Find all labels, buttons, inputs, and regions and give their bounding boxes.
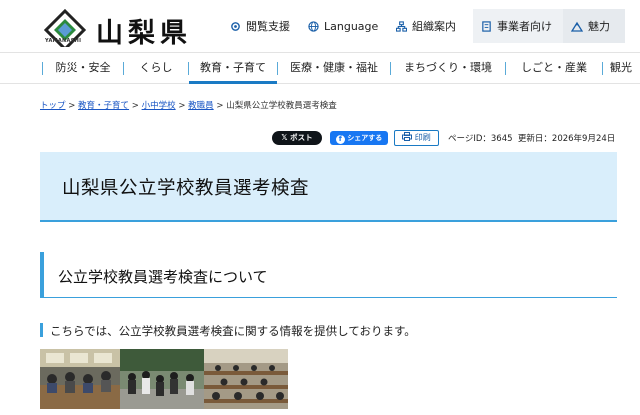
language-label: Language bbox=[324, 19, 379, 33]
x-post-label: ポスト bbox=[290, 133, 313, 142]
language-button[interactable]: Language bbox=[300, 9, 388, 43]
updated-date: 更新日：2026年9月24日 bbox=[517, 134, 616, 144]
site-header: YAMANASHI 山梨県 閲覧支援 Language 組織案内 事業者向け 魅… bbox=[0, 0, 640, 52]
heading-accent-bar bbox=[40, 252, 44, 298]
global-nav: 防災・安全 くらし 教育・子育て 医療・健康・福祉 まちづくり・環境 しごと・産… bbox=[0, 52, 640, 84]
nav-work-industry[interactable]: しごと・産業 bbox=[506, 53, 602, 83]
attractions-button[interactable]: 魅力 bbox=[563, 9, 625, 43]
business-label: 事業者向け bbox=[497, 20, 552, 33]
print-label: 印刷 bbox=[414, 133, 431, 142]
logo-text: YAMANASHI bbox=[45, 38, 82, 44]
printer-icon bbox=[402, 132, 413, 141]
intro-accent-bar bbox=[40, 323, 43, 337]
nav-divider bbox=[602, 62, 603, 75]
nav-education-childcare[interactable]: 教育・子育て bbox=[189, 53, 277, 83]
page-id: ページID：3645 bbox=[448, 134, 513, 144]
intro-text: こちらでは、公立学校教員選考検査に関する情報を提供しております。 bbox=[50, 324, 416, 338]
attractions-label: 魅力 bbox=[588, 20, 610, 33]
site-title[interactable]: 山梨県 bbox=[96, 11, 192, 50]
nav-town-environment[interactable]: まちづくり・環境 bbox=[391, 53, 505, 83]
x-post-button[interactable]: 𝕏 ポスト bbox=[272, 131, 322, 145]
nav-active-indicator bbox=[189, 81, 277, 84]
breadcrumb-link-education[interactable]: 教育・子育て bbox=[78, 101, 129, 111]
breadcrumb-link-top[interactable]: トップ bbox=[40, 101, 66, 111]
x-logo-icon: 𝕏 bbox=[281, 133, 291, 142]
breadcrumb: トップ > 教育・子育て > 小中学校 > 教職員 > 山梨県公立学校教員選考検… bbox=[40, 99, 337, 111]
breadcrumb-link-schools[interactable]: 小中学校 bbox=[142, 101, 176, 111]
breadcrumb-separator: > bbox=[131, 101, 139, 111]
breadcrumb-link-staff[interactable]: 教職員 bbox=[188, 101, 214, 111]
organization-label: 組織案内 bbox=[412, 20, 456, 33]
nav-disaster-safety[interactable]: 防災・安全 bbox=[43, 53, 123, 83]
page-title: 山梨県公立学校教員選考検査 bbox=[62, 178, 310, 199]
facebook-share-label: シェアする bbox=[347, 134, 383, 142]
breadcrumb-separator: > bbox=[68, 101, 76, 111]
nav-medical-health-welfare[interactable]: 医療・健康・福祉 bbox=[278, 53, 390, 83]
gear-icon bbox=[231, 21, 240, 31]
page-title-banner: 山梨県公立学校教員選考検査 bbox=[40, 152, 617, 222]
nav-living[interactable]: くらし bbox=[124, 53, 188, 83]
exam-photo-strip bbox=[40, 349, 288, 409]
breadcrumb-separator: > bbox=[178, 101, 186, 111]
accessibility-label: 閲覧支援 bbox=[246, 20, 290, 33]
section-heading: 公立学校教員選考検査について bbox=[58, 268, 268, 286]
facebook-share-button[interactable]: f シェアする bbox=[330, 131, 388, 145]
mountain-icon bbox=[571, 21, 583, 32]
breadcrumb-current: 山梨県公立学校教員選考検査 bbox=[226, 101, 337, 111]
building-icon bbox=[482, 20, 491, 32]
page-meta: ページID：3645 更新日：2026年9月24日 bbox=[448, 132, 615, 144]
facebook-icon: f bbox=[335, 135, 345, 144]
organization-button[interactable]: 組織案内 bbox=[388, 9, 473, 43]
business-button[interactable]: 事業者向け bbox=[473, 9, 563, 43]
print-button[interactable]: 印刷 bbox=[394, 130, 439, 146]
breadcrumb-separator: > bbox=[216, 101, 224, 111]
nav-tourism[interactable]: 観光 bbox=[610, 53, 640, 83]
share-toolbar: 𝕏 ポスト f シェアする 印刷 ページID：3645 更新日：2026年9月2… bbox=[0, 130, 640, 146]
globe-icon bbox=[308, 20, 319, 32]
utility-nav: 閲覧支援 Language 組織案内 事業者向け 魅力 bbox=[222, 0, 625, 52]
section-heading-box: 公立学校教員選考検査について bbox=[40, 252, 617, 298]
accessibility-button[interactable]: 閲覧支援 bbox=[222, 9, 300, 43]
org-chart-icon bbox=[396, 20, 407, 32]
